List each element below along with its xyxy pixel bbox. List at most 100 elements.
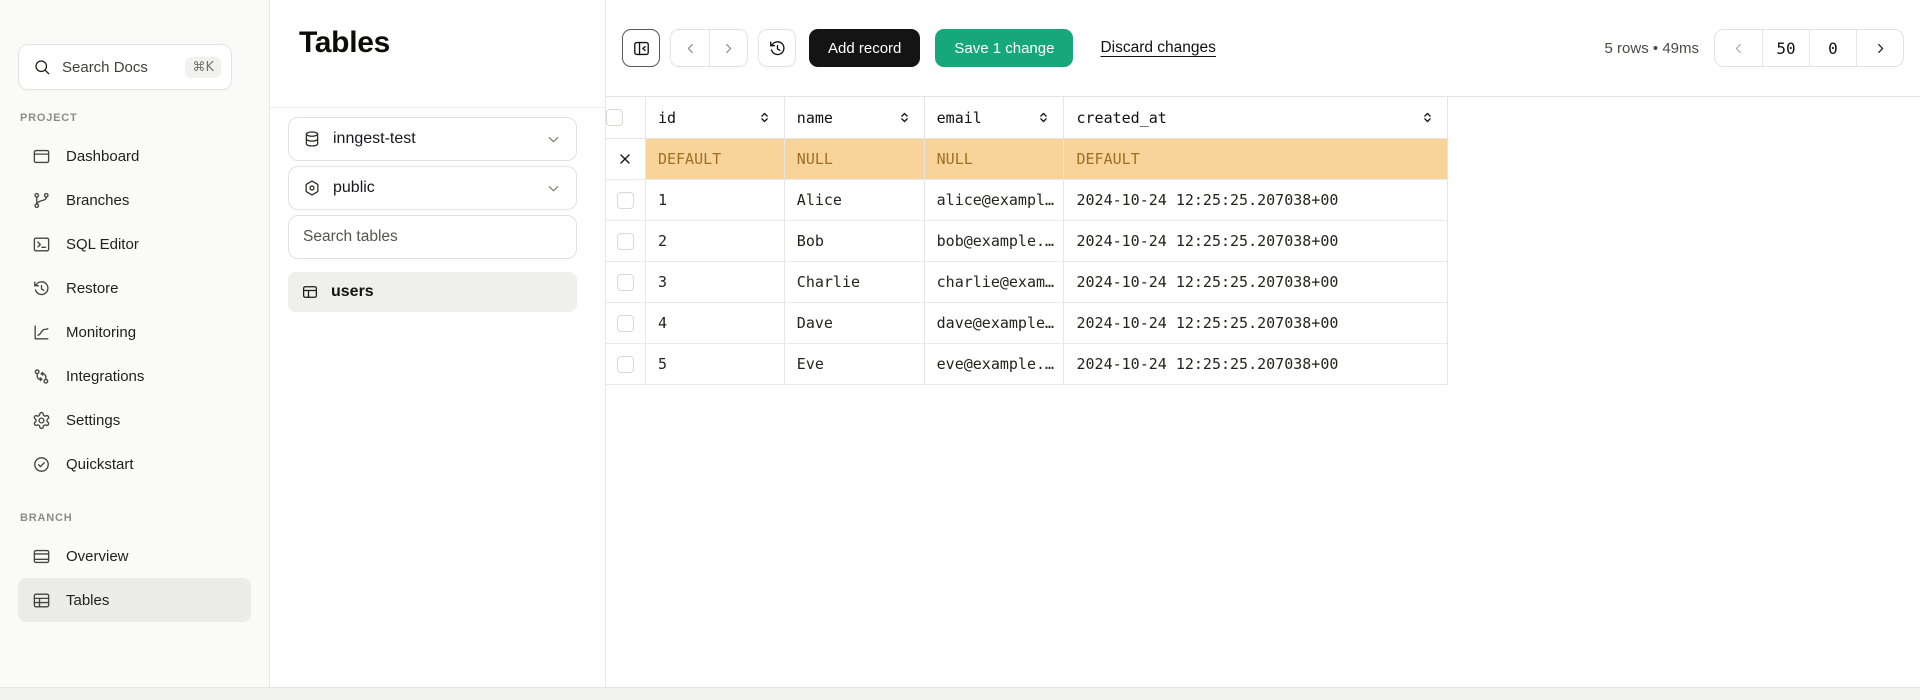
table-cell[interactable]: 2 [646, 221, 785, 261]
cell-value: eve@example.… [937, 355, 1054, 373]
table-cell[interactable]: 4 [646, 303, 785, 343]
row-checkbox[interactable] [617, 233, 634, 250]
integrations-icon [32, 367, 51, 386]
table-cell[interactable]: Eve [785, 344, 925, 384]
page-next-button[interactable] [1856, 30, 1903, 66]
cell-value: 2024-10-24 12:25:25.207038+00 [1076, 314, 1338, 332]
column-header-id[interactable]: id [646, 97, 785, 138]
search-tables-input[interactable] [288, 215, 577, 259]
page-offset-value[interactable]: 0 [1809, 30, 1856, 66]
save-changes-button[interactable]: Save 1 change [935, 29, 1073, 67]
table-cell[interactable]: Alice [785, 180, 925, 220]
sidebar-item-monitoring[interactable]: Monitoring [18, 310, 251, 354]
row-checkbox[interactable] [617, 274, 634, 291]
table-row: 4 Davedave@example… 2024-10-24 12:25:25.20… [606, 303, 1447, 344]
column-header-created-at[interactable]: created_at [1064, 97, 1447, 138]
overview-icon [32, 547, 51, 566]
sidebar-item-label: Branches [66, 192, 129, 209]
table-cell[interactable]: 5 [646, 344, 785, 384]
remove-pending-row-button[interactable] [617, 151, 633, 167]
sidebar-item-quickstart[interactable]: Quickstart [18, 442, 251, 486]
table-cell[interactable]: 1 [646, 180, 785, 220]
sort-icon[interactable] [1420, 110, 1435, 125]
sidebar-item-label: SQL Editor [66, 236, 139, 253]
sidebar-item-label: Settings [66, 412, 120, 429]
cell-value: Alice [797, 191, 842, 209]
sidebar-item-overview[interactable]: Overview [18, 534, 251, 578]
chevron-right-icon [1872, 40, 1889, 57]
sidebar-item-settings[interactable]: Settings [18, 398, 251, 442]
table-cell[interactable]: eve@example.… [925, 344, 1065, 384]
dashboard-icon [32, 147, 51, 166]
table-cell[interactable]: Bob [785, 221, 925, 261]
schema-selector[interactable]: public [288, 166, 577, 210]
sort-icon[interactable] [1036, 110, 1051, 125]
pagination-control: 50 0 [1714, 29, 1904, 67]
cell-value: Eve [797, 355, 824, 373]
pending-cell[interactable]: DEFAULT [646, 139, 785, 179]
add-record-button[interactable]: Add record [809, 29, 920, 67]
keyboard-shortcut-badge: ⌘K [185, 57, 221, 78]
monitoring-icon [32, 323, 51, 342]
sidebar-item-integrations[interactable]: Integrations [18, 354, 251, 398]
sidebar-item-tables[interactable]: Tables [18, 578, 251, 622]
table-row: 1 Alice alice@exampl…2024-10-24 12:25:25.2… [606, 180, 1447, 221]
restore-icon [32, 279, 51, 298]
table-list: users [288, 272, 577, 312]
nav-back-button[interactable] [671, 30, 709, 66]
discard-changes-link[interactable]: Discard changes [1100, 39, 1215, 57]
pending-cell[interactable]: DEFAULT [1064, 139, 1447, 179]
table-cell[interactable]: Dave [785, 303, 925, 343]
sidebar-item-label: Dashboard [66, 148, 139, 165]
page-prev-button[interactable] [1715, 30, 1762, 66]
select-all-checkbox[interactable] [606, 109, 623, 126]
sidebar-section: BRANCH Overview Tables [0, 512, 269, 622]
tables-nav-icon [32, 591, 51, 610]
tables-panel-header: Tables [270, 0, 605, 108]
cell-value: 4 [658, 314, 667, 332]
table-cell[interactable]: alice@exampl… [925, 180, 1065, 220]
table-cell[interactable]: 2024-10-24 12:25:25.207038+00 [1064, 303, 1447, 343]
table-cell[interactable]: Charlie [785, 262, 925, 302]
table-cell[interactable]: 2024-10-24 12:25:25.207038+00 [1064, 262, 1447, 302]
table-cell[interactable]: dave@example… [925, 303, 1065, 343]
row-checkbox[interactable] [617, 192, 634, 209]
table-list-item-users[interactable]: users [288, 272, 577, 312]
history-button[interactable] [758, 29, 796, 67]
tables-panel: Tables inngest-test public users [270, 0, 606, 687]
column-header-name[interactable]: name [785, 97, 925, 138]
column-header-email[interactable]: email [925, 97, 1065, 138]
sidebar-item-label: Quickstart [66, 456, 134, 473]
sidebar-item-restore[interactable]: Restore [18, 266, 251, 310]
sidebar-item-branches[interactable]: Branches [18, 178, 251, 222]
grid-header-row: id name email created_at [606, 97, 1447, 139]
chevron-left-icon [1730, 40, 1747, 57]
table-cell[interactable]: charlie@exam… [925, 262, 1065, 302]
pending-cell-value: DEFAULT [658, 150, 721, 168]
sort-icon[interactable] [897, 110, 912, 125]
cell-value: 2024-10-24 12:25:25.207038+00 [1076, 232, 1338, 250]
cell-value: 3 [658, 273, 667, 291]
search-docs-label: Search Docs [62, 59, 174, 76]
table-cell[interactable]: 2024-10-24 12:25:25.207038+00 [1064, 180, 1447, 220]
row-checkbox[interactable] [617, 356, 634, 373]
database-selector[interactable]: inngest-test [288, 117, 577, 161]
collapse-panel-button[interactable] [622, 29, 660, 67]
table-cell[interactable]: bob@example.… [925, 221, 1065, 261]
table-cell[interactable]: 2024-10-24 12:25:25.207038+00 [1064, 344, 1447, 384]
search-docs-button[interactable]: Search Docs ⌘K [18, 44, 232, 90]
history-nav-group [670, 29, 748, 67]
page-size-value[interactable]: 50 [1762, 30, 1809, 66]
table-cell[interactable]: 2024-10-24 12:25:25.207038+00 [1064, 221, 1447, 261]
sidebar-item-label: Monitoring [66, 324, 136, 341]
sidebar-item-sql-editor[interactable]: SQL Editor [18, 222, 251, 266]
sidebar-item-dashboard[interactable]: Dashboard [18, 134, 251, 178]
sort-icon[interactable] [757, 110, 772, 125]
column-header-label: name [797, 109, 833, 127]
pending-cell[interactable]: NULL [925, 139, 1065, 179]
row-checkbox[interactable] [617, 315, 634, 332]
pending-cell[interactable]: NULL [785, 139, 925, 179]
nav-forward-button[interactable] [709, 30, 747, 66]
table-cell[interactable]: 3 [646, 262, 785, 302]
sidebar-sections: PROJECT Dashboard Branches SQL Editor Re… [0, 112, 269, 648]
